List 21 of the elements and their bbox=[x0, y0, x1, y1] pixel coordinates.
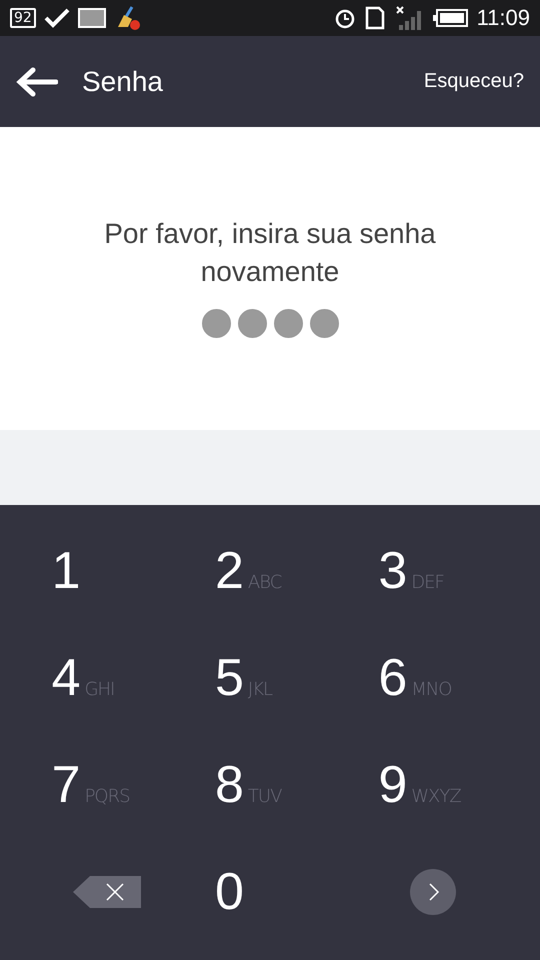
digit-key[interactable]: 7 PQRS bbox=[52, 756, 162, 812]
backspace-icon[interactable] bbox=[72, 876, 141, 908]
forgot-link[interactable]: Esqueceu? bbox=[424, 70, 524, 93]
digit-key[interactable]: 2 ABC bbox=[214, 542, 325, 598]
digit-key[interactable]: 9 WXYZ bbox=[378, 756, 488, 812]
digit-key[interactable]: 6 MNO bbox=[378, 650, 488, 706]
image-icon bbox=[78, 8, 106, 28]
digit-key[interactable]: 0 bbox=[214, 864, 325, 920]
clock-time: 11:09 bbox=[476, 5, 530, 31]
check-icon bbox=[44, 8, 70, 28]
sim-card-icon bbox=[364, 6, 387, 30]
digit-key[interactable]: 8 TUV bbox=[214, 756, 325, 812]
digit-key[interactable]: 4 GHI bbox=[52, 650, 162, 706]
digit-key[interactable]: 1 bbox=[52, 542, 162, 598]
digit-key[interactable]: 5 JKL bbox=[214, 650, 325, 706]
digit-key[interactable]: 3 DEF bbox=[378, 542, 488, 598]
screen-title: Senha bbox=[82, 66, 164, 98]
prompt-text: Por favor, insira sua senha novamente bbox=[103, 217, 437, 289]
battery-icon bbox=[432, 8, 469, 28]
notification-badge: 92 bbox=[10, 8, 36, 28]
back-arrow-icon[interactable] bbox=[16, 66, 58, 96]
